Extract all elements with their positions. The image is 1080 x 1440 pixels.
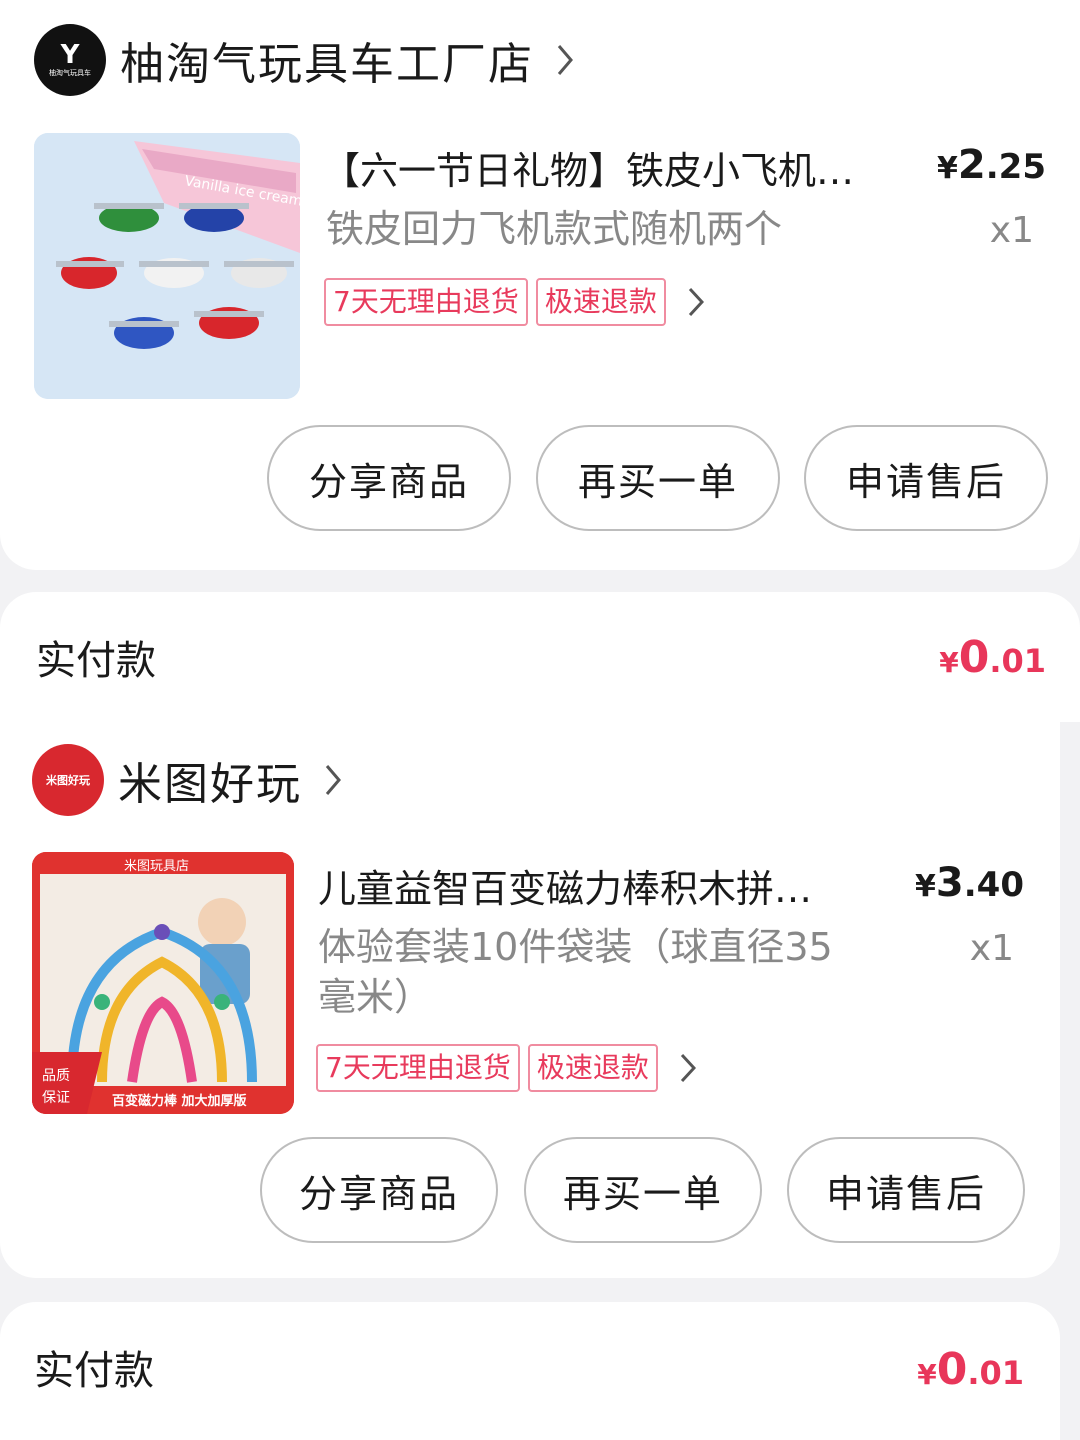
share-product-button[interactable]: 分享商品 [260, 1137, 498, 1243]
service-tags[interactable]: 7天无理由退货 极速退款 [316, 1044, 696, 1092]
shop-header[interactable]: 米图好玩 米图好玩 [32, 744, 342, 816]
chevron-right-icon [557, 45, 573, 75]
product-image[interactable]: 米图玩具店 品质 保证 百变磁力棒 加大加厚版 [32, 852, 294, 1114]
payment-amount: ¥0.01 [858, 1344, 1024, 1395]
product-title[interactable]: 【六一节日礼物】铁皮小飞机… [322, 140, 882, 195]
shop-name: 米图好玩 [118, 759, 302, 810]
image-top-text: 米图玩具店 [124, 859, 189, 874]
shop-name: 柚淘气玩具车工厂店 [120, 39, 534, 90]
tag-refund: 极速退款 [527, 1044, 658, 1092]
payment-label: 实付款 [36, 638, 156, 684]
shop-logo-mark: Y [60, 40, 80, 70]
product-qty: x1 [989, 210, 1034, 251]
payment-integer: 0 [936, 1344, 968, 1395]
price-decimal: .40 [963, 865, 1024, 905]
after-sale-button[interactable]: 申请售后 [804, 425, 1048, 531]
order-card-1: Y 柚淘气玩具车 柚淘气玩具车工厂店 Vanilla ice cream 【六一… [0, 0, 1080, 570]
shop-logo-text: 柚淘气玩具车 [49, 69, 91, 77]
shop-logo-text: 米图好玩 [46, 774, 90, 787]
image-badge-line-2: 保证 [42, 1090, 70, 1106]
tag-refund: 极速退款 [535, 278, 666, 326]
price-integer: 3 [935, 860, 964, 906]
service-tags[interactable]: 7天无理由退货 极速退款 [324, 278, 704, 326]
payment-label: 实付款 [34, 1348, 154, 1394]
chevron-right-icon [688, 287, 704, 317]
tag-return: 7天无理由退货 [324, 278, 528, 326]
share-product-button[interactable]: 分享商品 [267, 425, 511, 531]
image-badge-line-1: 品质 [42, 1068, 70, 1084]
product-title[interactable]: 儿童益智百变磁力棒积木拼… [318, 858, 858, 913]
price-currency: ¥ [937, 151, 958, 186]
payment-decimal: .01 [967, 1354, 1024, 1392]
product-image[interactable]: Vanilla ice cream [34, 133, 300, 399]
shop-header[interactable]: Y 柚淘气玩具车 柚淘气玩具车工厂店 [34, 24, 574, 96]
payment-currency: ¥ [939, 646, 959, 679]
chevron-right-icon [680, 1053, 696, 1083]
after-sale-button[interactable]: 申请售后 [787, 1137, 1025, 1243]
product-price: ¥2.25 [900, 142, 1046, 188]
payment-decimal: .01 [989, 642, 1046, 680]
product-spec: 体验套装10件袋装（球直径35毫米） [318, 925, 833, 1019]
buy-again-button[interactable]: 再买一单 [524, 1137, 762, 1243]
tag-return: 7天无理由退货 [316, 1044, 520, 1092]
image-bottom-text: 百变磁力棒 加大加厚版 [112, 1093, 247, 1109]
product-spec: 铁皮回力飞机款式随机两个 [326, 207, 783, 251]
shop-logo: 米图好玩 [32, 744, 104, 816]
product-qty: x1 [969, 928, 1014, 969]
payment-amount: ¥0.01 [880, 632, 1046, 683]
payment-integer: 0 [958, 632, 990, 683]
payment-row-2: 实付款 ¥0.01 [0, 1302, 1060, 1440]
price-decimal: .25 [985, 147, 1046, 187]
price-integer: 2 [957, 142, 986, 188]
order-card-2: 米图好玩 米图好玩 米图玩具店 品质 保证 百变磁力棒 加大加厚版 儿童益智百变… [0, 718, 1060, 1278]
chevron-right-icon [325, 765, 341, 795]
product-price: ¥3.40 [878, 860, 1024, 906]
price-currency: ¥ [915, 869, 936, 904]
buy-again-button[interactable]: 再买一单 [536, 425, 780, 531]
shop-logo: Y 柚淘气玩具车 [34, 24, 106, 96]
payment-row-1: 实付款 ¥0.01 [0, 592, 1080, 722]
payment-currency: ¥ [917, 1358, 937, 1391]
